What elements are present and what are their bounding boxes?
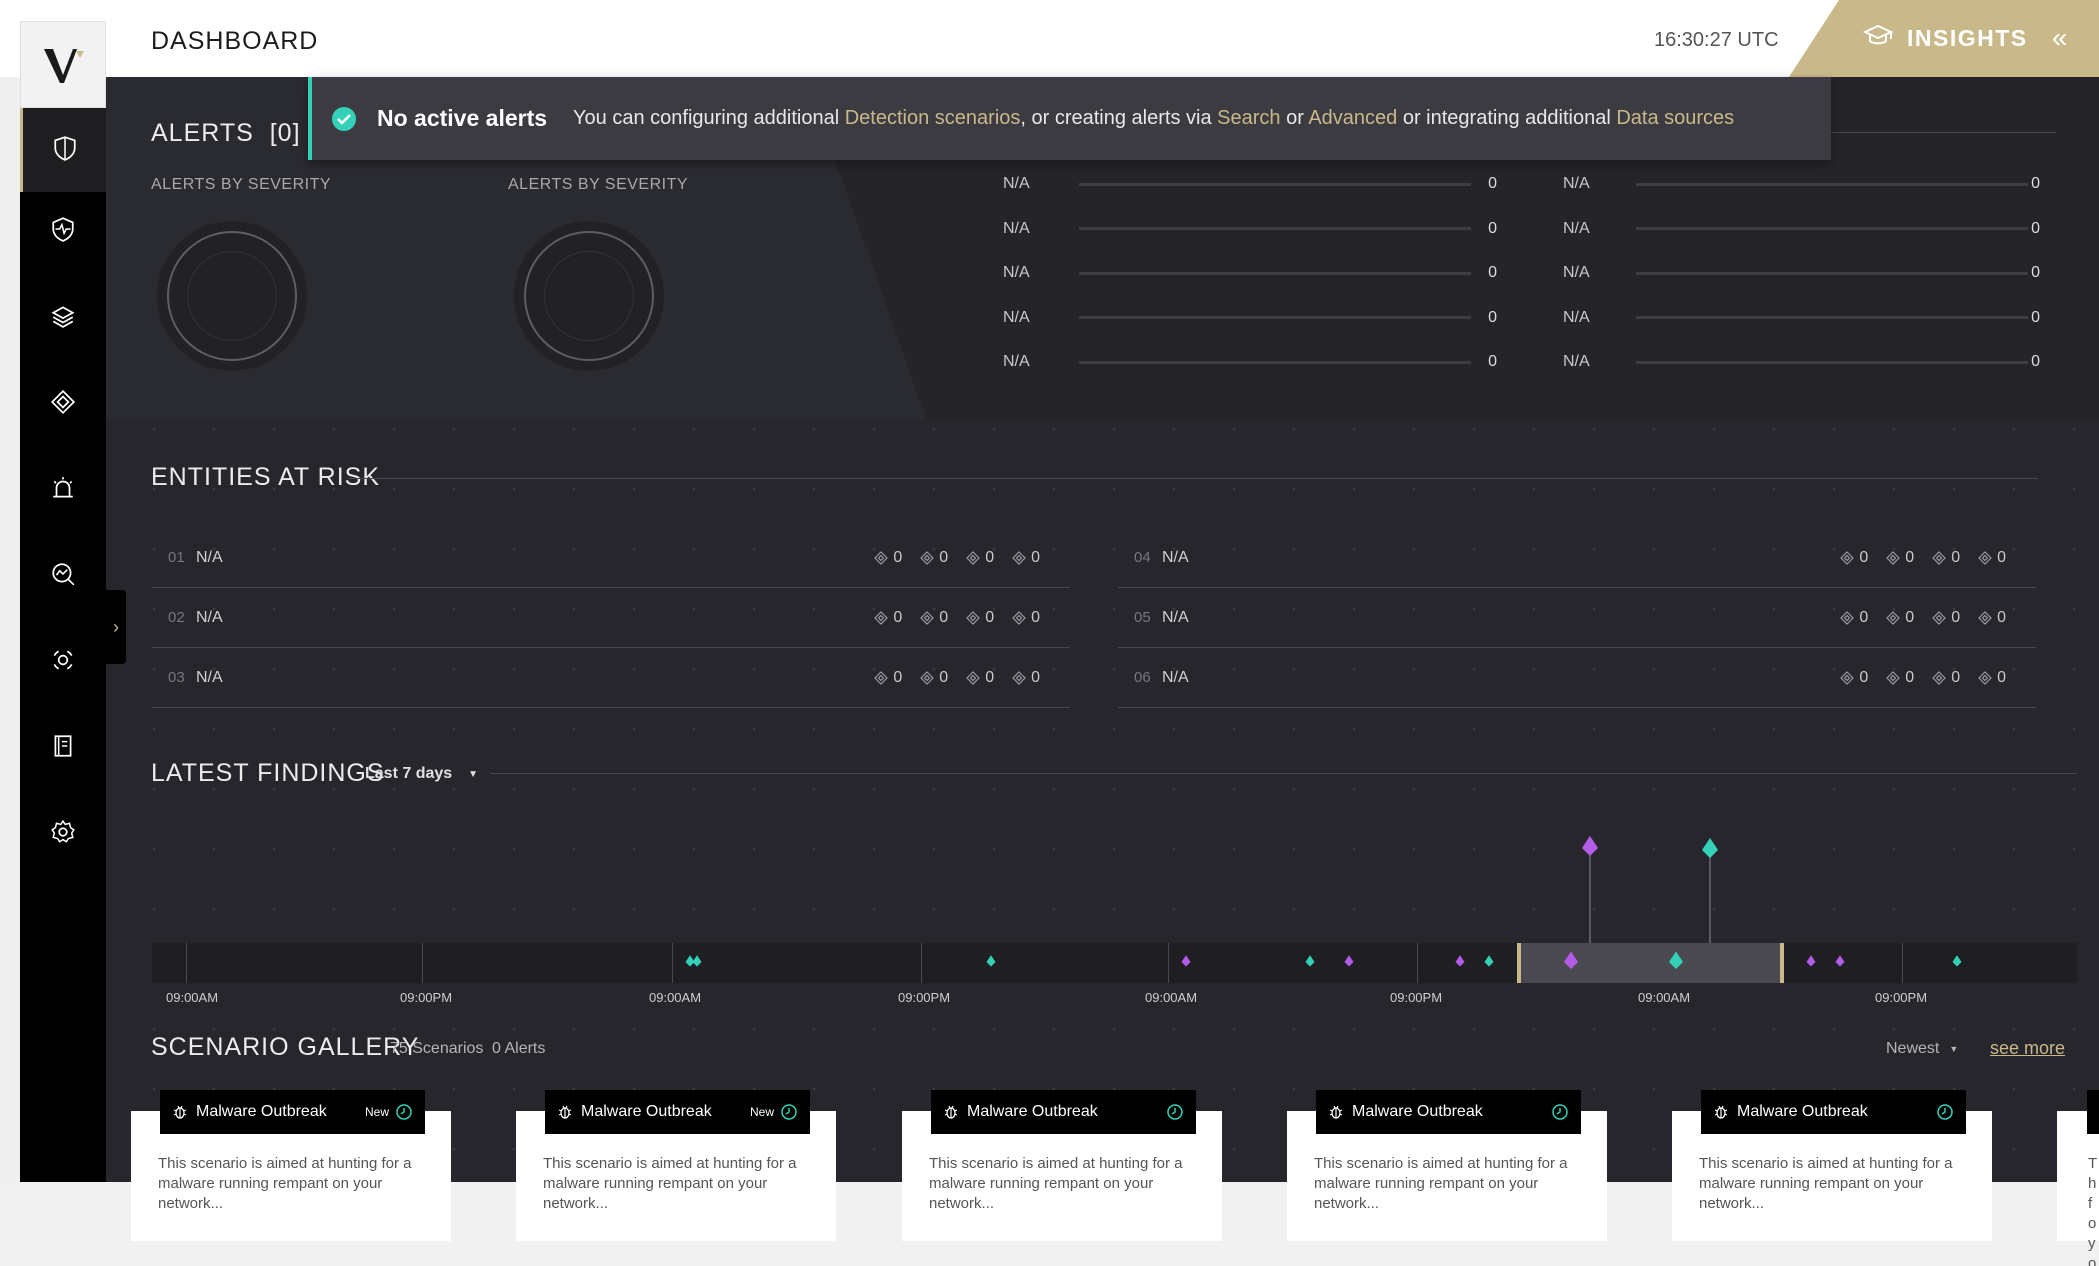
scenario-card-header[interactable]: Malware Outbreak New: [545, 1090, 810, 1134]
scenario-card-header[interactable]: Malware Outbreak New: [160, 1090, 425, 1134]
alert-banner: No active alerts You can configuring add…: [308, 77, 1831, 160]
scenario-cards: This scenario is aimed at hunting for a …: [0, 0, 2099, 1266]
data-sources-link[interactable]: Data sources: [1616, 107, 1734, 129]
clock-icon: [1551, 1103, 1569, 1121]
scenario-description: This scenario is aimed at hunting for a …: [158, 1155, 412, 1212]
banner-title: No active alerts: [377, 105, 548, 131]
bug-icon: [557, 1104, 573, 1120]
scenario-card-header[interactable]: Malware Outbreak: [1701, 1090, 1966, 1134]
scenario-title: Malware Outbreak: [581, 1103, 712, 1120]
clock-icon: [780, 1103, 798, 1121]
scenario-card-header[interactable]: Malware Outbreak: [931, 1090, 1196, 1134]
scenario-description: This scenario is aimed at hunting for a …: [929, 1155, 1183, 1212]
bug-icon: [1328, 1104, 1344, 1120]
logo[interactable]: [20, 21, 106, 108]
scenario-description: Th fo yo: [2088, 1155, 2098, 1266]
scenario-description: This scenario is aimed at hunting for a …: [543, 1155, 797, 1212]
scenario-card-header[interactable]: Malware Outbreak: [1316, 1090, 1581, 1134]
scenario-title: Malware Outbreak: [1737, 1103, 1868, 1120]
scenario-description: This scenario is aimed at hunting for a …: [1699, 1155, 1953, 1212]
search-link[interactable]: Search: [1217, 107, 1280, 129]
bug-icon: [172, 1104, 188, 1120]
check-circle-icon: [332, 106, 356, 131]
clock-icon: [1936, 1103, 1954, 1121]
clock-icon: [1166, 1103, 1184, 1121]
scenario-card-header[interactable]: [2087, 1090, 2099, 1134]
bug-icon: [943, 1104, 959, 1120]
new-badge: New: [364, 1105, 389, 1119]
scenario-title: Malware Outbreak: [967, 1103, 1098, 1120]
scenario-title: Malware Outbreak: [196, 1103, 327, 1120]
advanced-link[interactable]: Advanced: [1308, 107, 1397, 129]
scenario-description: This scenario is aimed at hunting for a …: [1314, 1155, 1568, 1212]
bug-icon: [1713, 1104, 1729, 1120]
scenario-title: Malware Outbreak: [1352, 1103, 1483, 1120]
clock-icon: [395, 1103, 413, 1121]
new-badge: New: [749, 1105, 774, 1119]
detection-scenarios-link[interactable]: Detection scenarios: [845, 107, 1021, 129]
banner-message: You can configuring additional Detection…: [573, 107, 1735, 129]
